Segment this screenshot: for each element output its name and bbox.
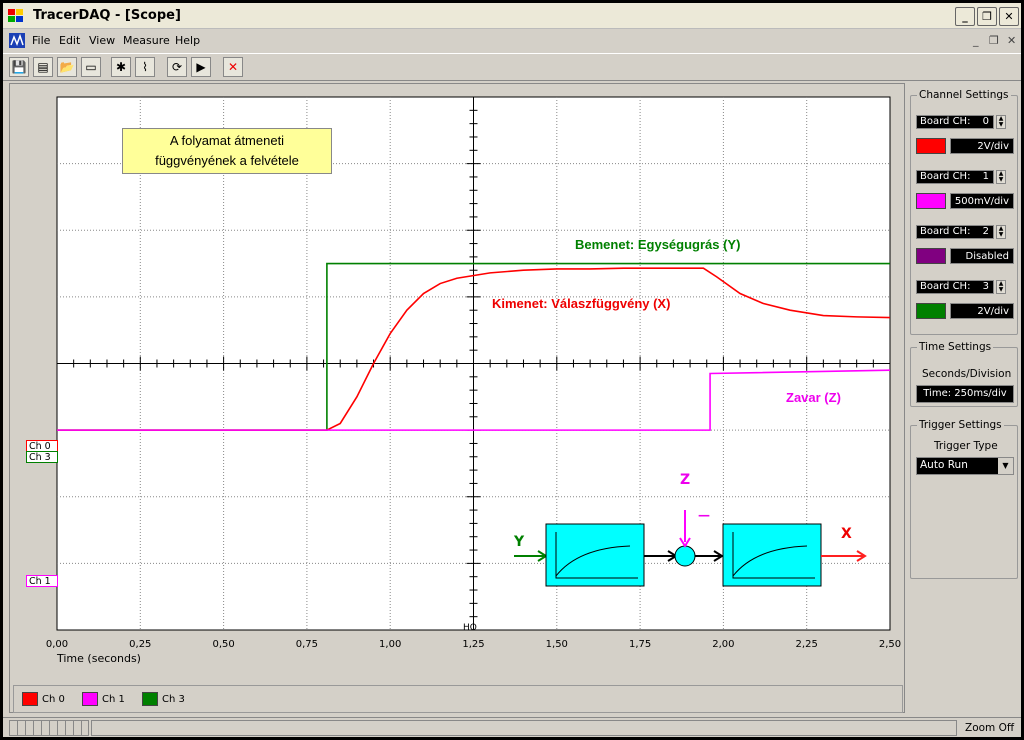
mdi-minimize-button[interactable]: _ [973,34,979,47]
mdi-child-icon[interactable] [9,33,25,48]
board-channel-field-0[interactable]: Board CH: 0 [916,115,994,129]
diagram-z-label: Z [680,472,691,488]
run-icon[interactable]: ▶ [191,57,211,77]
x-tick-label: 2,25 [795,639,818,650]
output-label: Kimenet: Válaszfüggvény (X) [492,296,671,311]
refresh-icon[interactable]: ⟳ [167,57,187,77]
x-axis-label: Time (seconds) [57,652,141,665]
chevron-down-icon[interactable]: ▼ [998,458,1013,474]
x-tick-label: 0,00 [45,639,69,650]
channel-marker-ch1[interactable]: Ch 1 [26,575,58,587]
input-label: Bemenet: Egységugrás (Y) [575,237,741,252]
trigger-type-select[interactable]: Auto Run ▼ [916,457,1014,475]
zoom-status: Zoom Off [965,722,1015,734]
x-tick-label: 0,25 [129,639,152,650]
x-tick-label: 1,75 [628,639,652,650]
title-bar: TracerDAQ - [Scope] _ ❐ ✕ [3,3,1021,29]
annotation-line-1: A folyamat átmeneti [169,133,285,148]
legend-item-ch1[interactable]: Ch 1 [82,692,125,706]
board-channel-number: 2 [982,226,989,237]
board-channel-number: 0 [982,116,989,127]
board-channel-label: Board CH: [920,281,971,292]
x-tick-label: 1,00 [379,639,402,650]
app-icon [8,9,23,22]
x-tick-label: 0,75 [295,639,319,650]
application-window: TracerDAQ - [Scope] _ ❐ ✕ File Edit View… [0,0,1024,740]
scope-panel: Ch 0 Ch 3 Ch 1 A folyamat átmeneti függv… [9,83,905,713]
channel-marker-ch3[interactable]: Ch 3 [26,451,58,463]
legend-item-ch3[interactable]: Ch 3 [142,692,185,706]
status-bar: Zoom Off [3,717,1021,737]
board-channel-label: Board CH: [920,226,971,237]
board-channel-label: Board CH: [920,116,971,127]
menu-view[interactable]: View [89,34,115,47]
legend-label: Ch 1 [102,694,125,705]
time-settings-title: Time Settings [919,341,992,353]
board-channel-number: 1 [982,171,989,182]
diagram-x-label: X [841,526,852,542]
channel-spinner-2[interactable]: ▲ ▼ [996,225,1006,239]
channel-color-swatch-1[interactable] [916,193,946,209]
disturbance-label: Zavar (Z) [786,390,841,405]
channel-settings-title: Channel Settings [919,89,1009,101]
channel-spinner-3[interactable]: ▲ ▼ [996,280,1006,294]
menu-bar: File Edit View Measure Help _ ❐ ✕ [3,31,1021,51]
channel-spinner-1[interactable]: ▲ ▼ [996,170,1006,184]
menu-measure[interactable]: Measure [123,34,170,47]
legend-label: Ch 0 [42,694,65,705]
board-channel-number: 3 [982,281,989,292]
trigger-marker: HO [463,623,477,633]
board-channel-field-1[interactable]: Board CH: 1 [916,170,994,184]
minimize-button[interactable]: _ [955,7,975,26]
seconds-division-label: Seconds/Division [922,368,1012,380]
settings-panel: Channel Settings Board CH: 0 ▲ ▼ 2V/div B… [908,83,1020,713]
chart-icon[interactable]: ⌇ [135,57,155,77]
close-button[interactable]: ✕ [999,7,1019,26]
open-folder-icon[interactable]: 📂 [57,57,77,77]
menu-file[interactable]: File [32,34,50,47]
stop-icon[interactable]: ✕ [223,57,243,77]
diagram-y-label: Y [514,534,525,550]
x-tick-label: 2,00 [712,639,735,650]
menu-edit[interactable]: Edit [59,34,80,47]
mdi-restore-button[interactable]: ❐ [989,34,999,47]
block-diagram [514,510,867,587]
legend-item-ch0[interactable]: Ch 0 [22,692,65,706]
status-progress-cells [9,720,89,736]
annotation-box: A folyamat átmeneti függvényének a felvé… [122,128,332,174]
menu-help[interactable]: Help [175,34,200,47]
status-pane [91,720,957,736]
print-icon[interactable]: ▭ [81,57,101,77]
channel-scale-field-2[interactable]: Disabled [950,248,1014,264]
mdi-close-button[interactable]: ✕ [1007,34,1016,47]
trigger-type-label: Trigger Type [934,440,998,452]
trigger-type-value: Auto Run [920,459,968,471]
time-per-div-field[interactable]: Time: 250ms/div [916,385,1014,403]
annotation-line-2: függvényének a felvétele [155,153,299,168]
acquire-icon[interactable]: ✱ [111,57,131,77]
board-channel-field-2[interactable]: Board CH: 2 [916,225,994,239]
channel-scale-field-1[interactable]: 500mV/div [950,193,1014,209]
channel-scale-field-0[interactable]: 2V/div [950,138,1014,154]
channel-color-swatch-2[interactable] [916,248,946,264]
x-tick-label: 1,50 [545,639,568,650]
board-channel-label: Board CH: [920,171,971,182]
x-tick-label: 1,25 [462,639,485,650]
channel-legend: Ch 0 Ch 1 Ch 3 [13,685,903,713]
board-channel-field-3[interactable]: Board CH: 3 [916,280,994,294]
scope-settings-icon[interactable]: ▤ [33,57,53,77]
legend-label: Ch 3 [162,694,185,705]
channel-color-swatch-0[interactable] [916,138,946,154]
toolbar: 💾 ▤ 📂 ▭ ✱ ⌇ ⟳ ▶ ✕ [3,53,1021,81]
restore-button[interactable]: ❐ [977,7,997,26]
save-icon[interactable]: 💾 [9,57,29,77]
channel-scale-field-3[interactable]: 2V/div [950,303,1014,319]
trigger-settings-title: Trigger Settings [919,419,1002,431]
channel-spinner-0[interactable]: ▲ ▼ [996,115,1006,129]
x-tick-label: 0,50 [212,639,235,650]
window-title: TracerDAQ - [Scope] [33,8,181,23]
channel-color-swatch-3[interactable] [916,303,946,319]
x-tick-label: 2,50 [878,639,902,650]
diagram-minus-label: — [698,508,710,522]
